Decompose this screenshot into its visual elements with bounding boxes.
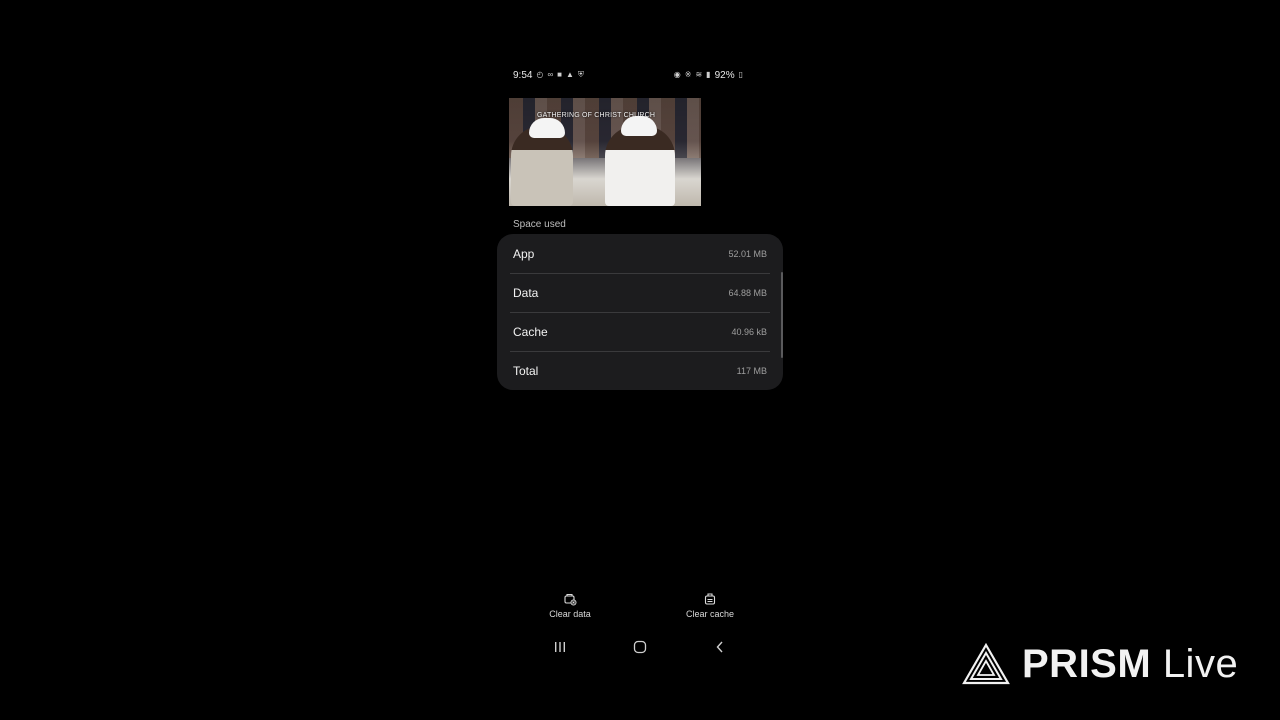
clear-data-button[interactable]: Clear data [525, 592, 615, 619]
clear-data-icon [564, 593, 577, 606]
nfc-icon: ◉ [673, 70, 681, 79]
storage-row-data: Data 64.88 MB [497, 273, 783, 312]
wifi-icon: ≋ [695, 70, 703, 79]
scrollbar[interactable] [781, 272, 783, 358]
status-time: 9:54 [513, 69, 533, 81]
bottom-action-bar: Clear data Clear cache [500, 592, 780, 626]
recents-icon [555, 642, 565, 652]
back-button[interactable] [700, 637, 740, 657]
bluetooth-icon: ※ [684, 70, 692, 79]
prism-logo-icon [962, 643, 1010, 685]
clear-cache-button[interactable]: Clear cache [665, 592, 755, 619]
battery-percent: 92% [714, 69, 735, 81]
storage-row-total: Total 117 MB [497, 351, 783, 390]
recents-button[interactable] [540, 637, 580, 657]
back-icon [716, 641, 723, 653]
storage-row-label: Total [513, 363, 539, 378]
storage-row-label: Cache [513, 324, 548, 339]
storage-row-label: Data [513, 285, 539, 300]
storage-row-app: App 52.01 MB [497, 234, 783, 273]
watermark-brand: PRISM [1022, 641, 1152, 686]
clear-cache-icon [704, 593, 716, 605]
watermark-suffix: Live [1162, 641, 1239, 686]
storage-row-cache: Cache 40.96 kB [497, 312, 783, 351]
thumbnail-person-left [511, 126, 573, 206]
notification-icon: ▲ [566, 70, 574, 79]
storage-card: App 52.01 MB Data 64.88 MB Cache 40.96 k… [497, 234, 783, 390]
thumbnail-headwrap-left [529, 118, 565, 138]
prism-live-watermark: PRISM Live [962, 642, 1238, 686]
shield-icon: ⛨ [577, 70, 584, 79]
folder-icon: ■ [557, 70, 562, 79]
storage-row-value: 40.96 kB [731, 326, 767, 337]
storage-row-value: 52.01 MB [728, 248, 767, 259]
storage-row-value: 117 MB [736, 365, 767, 376]
navigation-bar [540, 637, 740, 657]
status-bar: 9:54 ◴ ∞ ■ ▲ ⛨ ◉ ※ ≋ ▮ 92% ▯ [513, 68, 743, 82]
signal-icon: ▮ [706, 70, 711, 79]
status-left: 9:54 ◴ ∞ ■ ▲ ⛨ [513, 70, 584, 81]
space-used-label: Space used [513, 219, 566, 230]
battery-icon: ▯ [738, 70, 743, 79]
storage-row-value: 64.88 MB [728, 287, 767, 298]
watermark-text: PRISM Live [1022, 642, 1238, 687]
video-thumbnail[interactable]: GATHERING OF CHRIST CHURCH [509, 98, 701, 206]
thumbnail-person-right [605, 126, 675, 206]
home-icon [633, 640, 647, 654]
voicemail-icon: ∞ [547, 70, 554, 79]
storage-row-label: App [513, 246, 535, 261]
status-right: ◉ ※ ≋ ▮ 92% ▯ [674, 70, 743, 81]
alarm-icon: ◴ [536, 70, 544, 79]
thumbnail-headwrap-right [621, 116, 657, 136]
clear-cache-label: Clear cache [685, 609, 735, 619]
clear-data-label: Clear data [549, 609, 591, 619]
home-button[interactable] [620, 637, 660, 657]
